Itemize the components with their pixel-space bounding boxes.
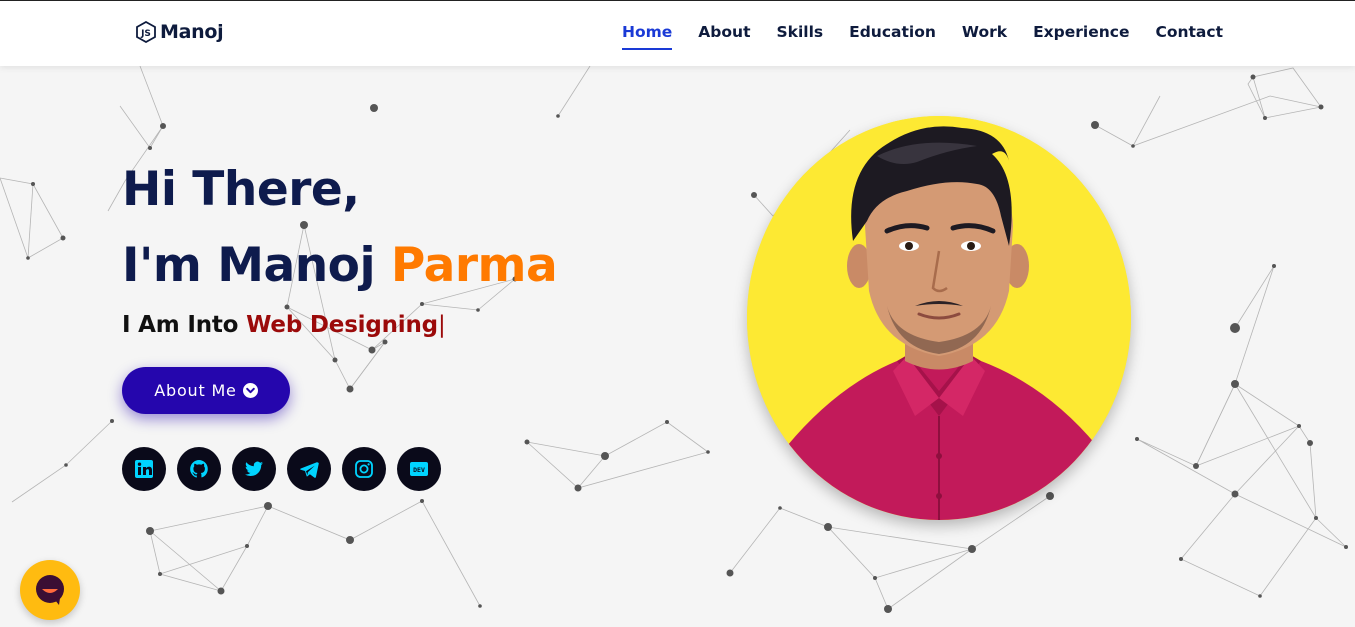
svg-text:JS: JS [140, 29, 151, 39]
about-me-button[interactable]: About Me [122, 367, 290, 414]
navbar: JS Manoj Home About Skills Education Wor… [0, 0, 1355, 66]
dev-link[interactable]: DEV [397, 447, 441, 491]
chat-button[interactable] [20, 560, 80, 620]
github-icon [190, 460, 208, 478]
profile-photo [747, 116, 1131, 520]
telegram-icon [300, 462, 319, 478]
brand-logo[interactable]: JS Manoj [135, 21, 224, 43]
github-link[interactable] [177, 447, 221, 491]
nav-education[interactable]: Education [849, 23, 936, 46]
instagram-icon [355, 460, 373, 478]
typed-text: Web Designing [246, 312, 438, 338]
typed-cursor: | [437, 312, 446, 338]
telegram-link[interactable] [287, 447, 331, 491]
nav-contact[interactable]: Contact [1155, 23, 1223, 46]
nav-links: Home About Skills Education Work Experie… [596, 23, 1223, 50]
twitter-icon [245, 461, 263, 477]
twitter-link[interactable] [232, 447, 276, 491]
chat-icon [36, 575, 64, 605]
typed-line: I Am Into Web Designing| [122, 312, 446, 338]
hero-greeting: Hi There, [122, 162, 360, 217]
dev-icon: DEV [410, 462, 428, 476]
linkedin-icon [135, 460, 153, 478]
typed-prefix: I Am Into [122, 312, 247, 338]
nav-skills[interactable]: Skills [776, 23, 823, 46]
profile-portrait-graphic [747, 116, 1131, 520]
hero-intro-prefix: I'm Manoj [122, 238, 391, 293]
nav-work[interactable]: Work [962, 23, 1007, 46]
hero-intro-name: Parma [390, 238, 558, 293]
svg-text:DEV: DEV [413, 466, 425, 474]
instagram-link[interactable] [342, 447, 386, 491]
background-network-graphic [0, 66, 1348, 613]
about-me-label: About Me [154, 381, 237, 400]
nav-experience[interactable]: Experience [1033, 23, 1129, 46]
nav-about[interactable]: About [698, 23, 750, 46]
linkedin-link[interactable] [122, 447, 166, 491]
social-links: DEV [122, 447, 441, 491]
nav-home[interactable]: Home [622, 23, 673, 50]
hero-heading: Hi There, I'm Manoj Parma [122, 152, 558, 304]
chevron-down-circle-icon [242, 383, 258, 398]
js-logo-icon: JS [136, 21, 156, 43]
brand-name: Manoj [160, 21, 224, 43]
